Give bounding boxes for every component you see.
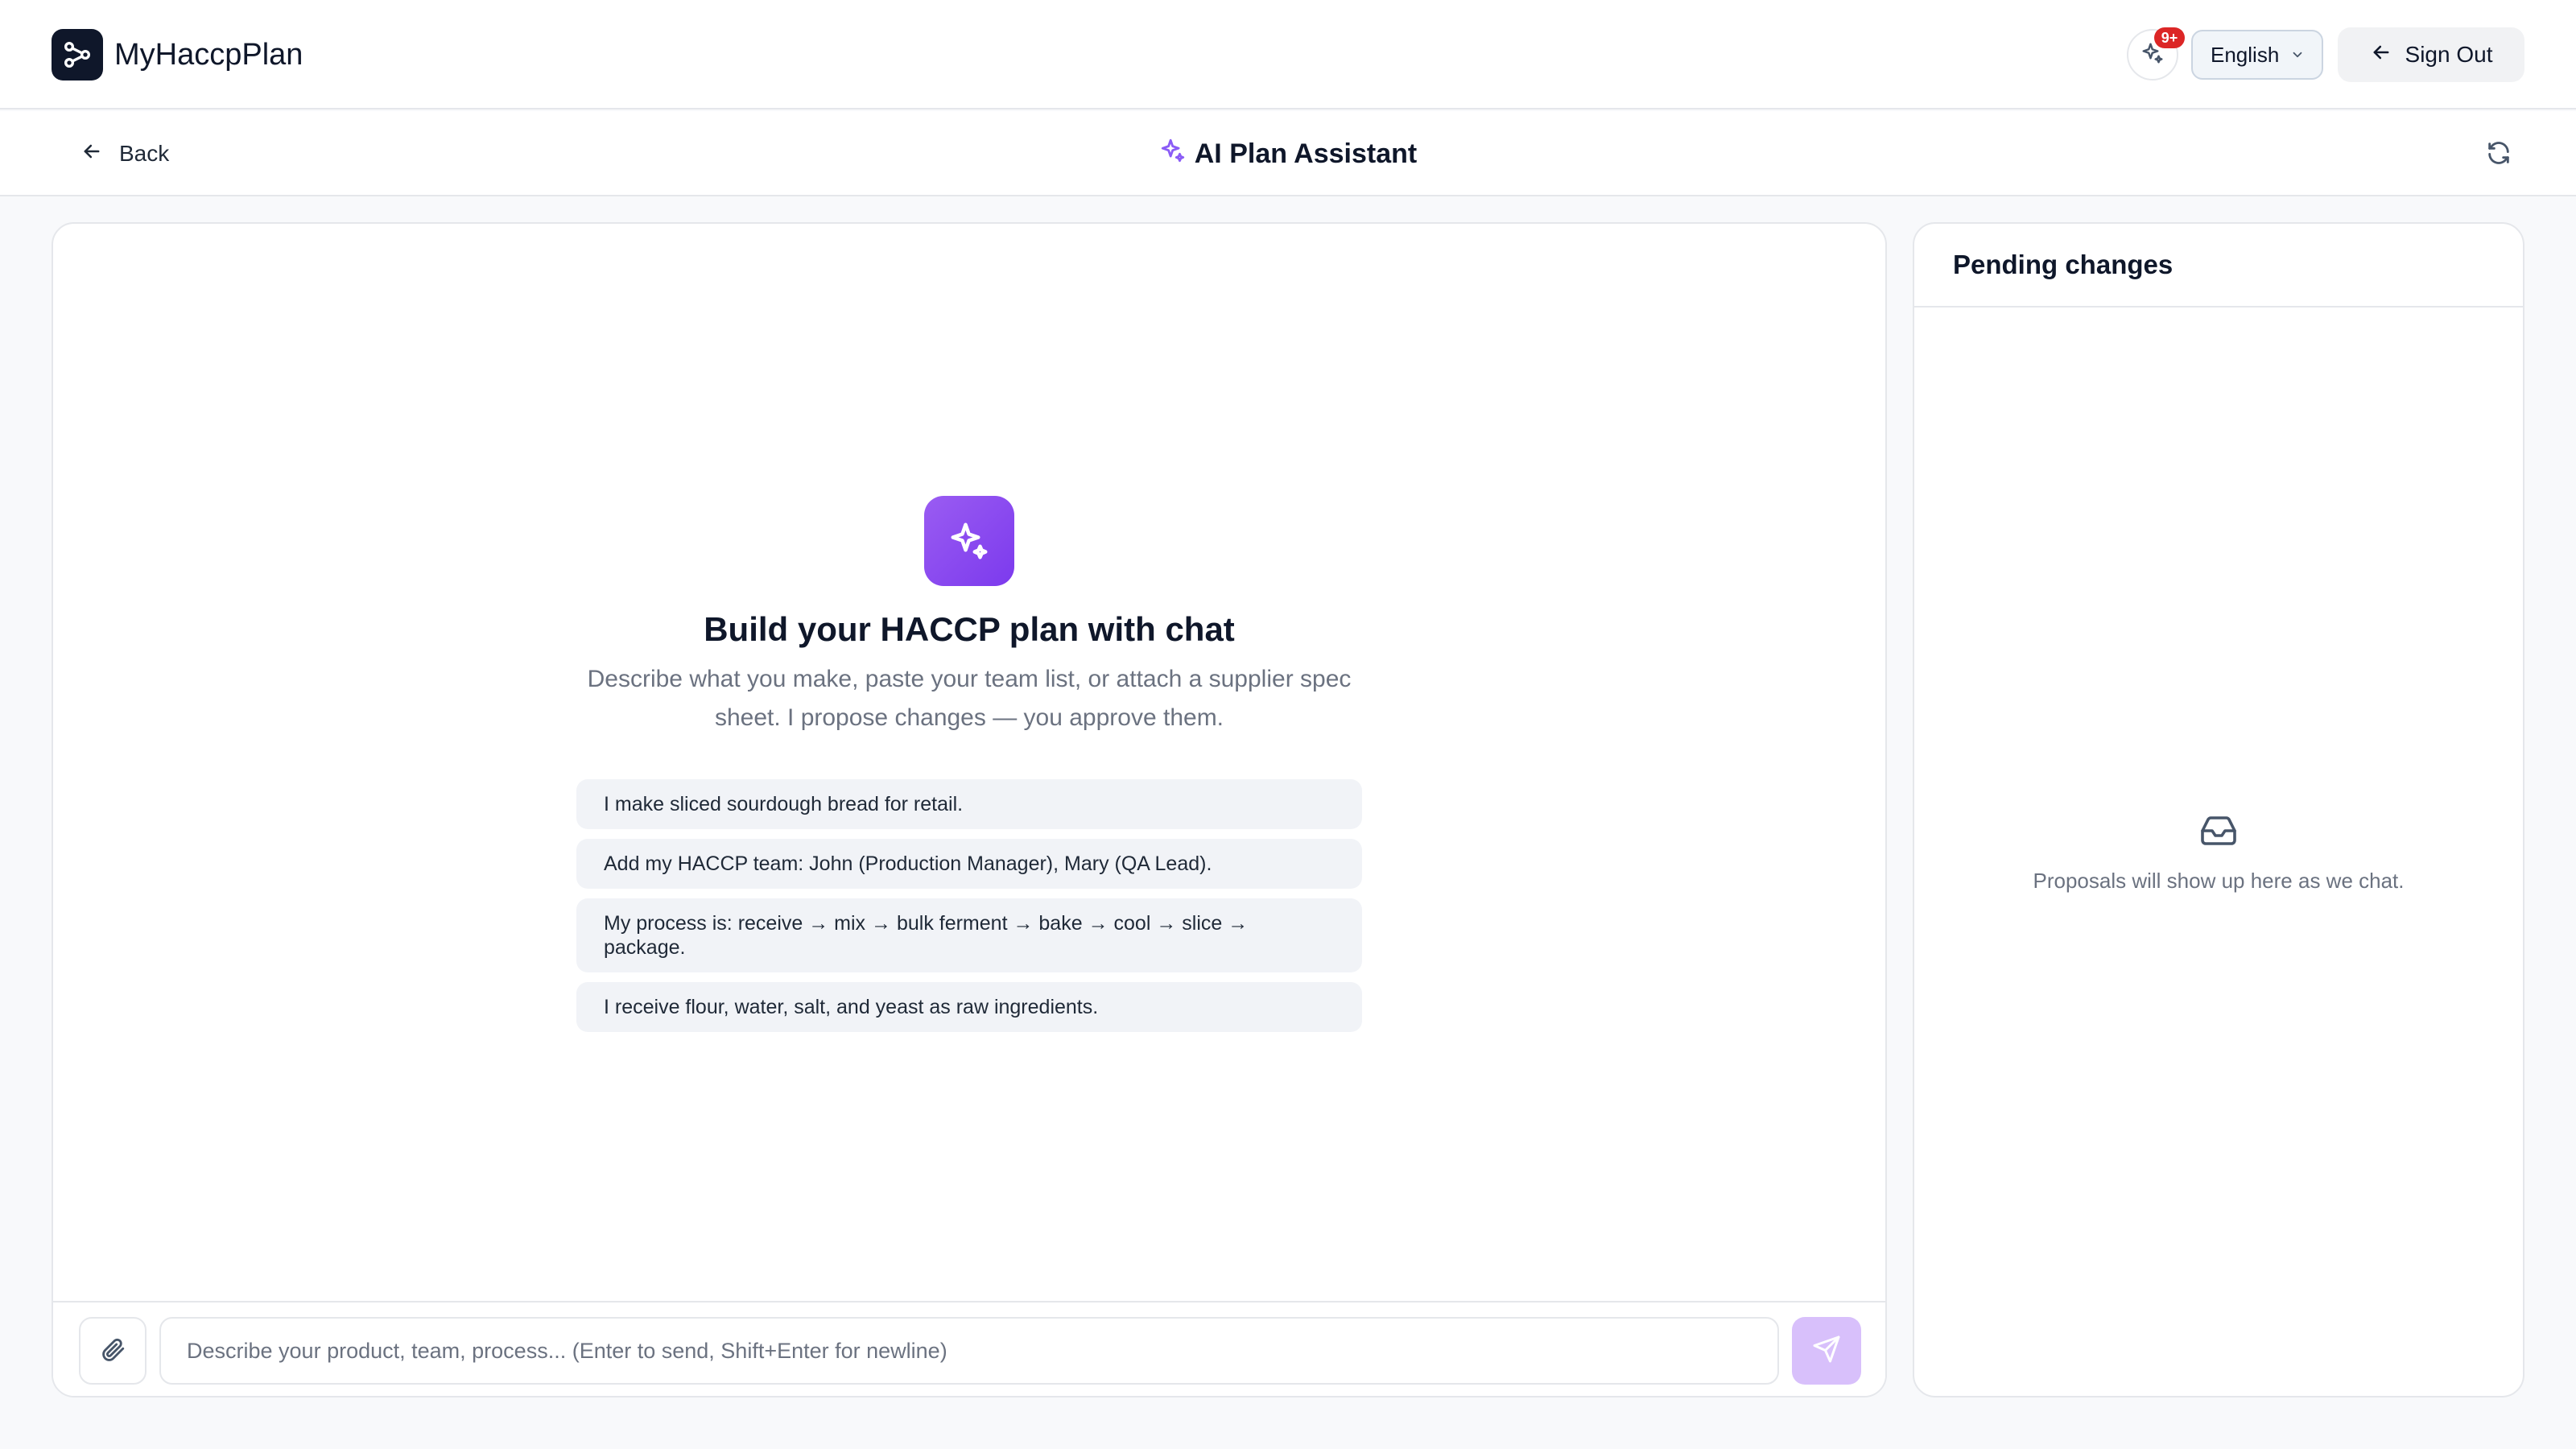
chevron-down-icon	[2290, 43, 2305, 68]
pending-empty-state: Proposals will show up here as we chat.	[1914, 811, 2523, 894]
suggestion-list: I make sliced sourdough bread for retail…	[576, 779, 1362, 1032]
arrow-left-icon	[2370, 41, 2405, 69]
notification-badge: 9+	[2154, 27, 2185, 48]
chat-composer	[53, 1301, 1885, 1396]
suggestion-chip[interactable]: Add my HACCP team: John (Production Mana…	[576, 839, 1362, 889]
chat-empty-state: Build your HACCP plan with chat Describe…	[53, 496, 1885, 1042]
empty-title: Build your HACCP plan with chat	[704, 610, 1235, 648]
suggestion-chip[interactable]: My process is: receive → mix → bulk ferm…	[576, 898, 1362, 972]
page-title: AI Plan Assistant	[0, 134, 2576, 174]
refresh-icon	[2485, 139, 2512, 171]
sign-out-label: Sign Out	[2405, 42, 2493, 67]
chat-panel: Build your HACCP plan with chat Describe…	[52, 222, 1887, 1397]
brand[interactable]: MyHaccpPlan	[52, 29, 303, 80]
pending-title: Pending changes	[1914, 224, 2523, 308]
back-button[interactable]: Back	[80, 135, 169, 172]
send-button[interactable]	[1792, 1317, 1861, 1385]
workflow-nodes-icon	[52, 29, 103, 80]
top-header: MyHaccpPlan 9+ English Sign Out	[0, 0, 2576, 109]
suggestion-chip[interactable]: I receive flour, water, salt, and yeast …	[576, 982, 1362, 1032]
app-name: MyHaccpPlan	[114, 37, 303, 72]
inbox-icon	[2199, 811, 2238, 854]
sparkles-icon	[1159, 137, 1187, 171]
sub-header: Back AI Plan Assistant	[0, 111, 2576, 196]
back-label: Back	[119, 141, 170, 166]
pending-empty-text: Proposals will show up here as we chat.	[2033, 869, 2405, 893]
ai-suggestions-button[interactable]: 9+	[2127, 27, 2185, 80]
chat-input[interactable]	[159, 1317, 1779, 1385]
sparkles-icon	[924, 496, 1014, 586]
sign-out-button[interactable]: Sign Out	[2338, 27, 2524, 82]
paperclip-icon	[99, 1335, 126, 1367]
attach-button[interactable]	[79, 1317, 147, 1385]
refresh-button[interactable]	[2481, 137, 2516, 172]
empty-description: Describe what you make, paste your team …	[587, 666, 1352, 731]
suggestion-chip[interactable]: I make sliced sourdough bread for retail…	[576, 779, 1362, 829]
language-select[interactable]: English	[2191, 30, 2323, 80]
pending-changes-panel: Pending changes Proposals will show up h…	[1913, 222, 2524, 1397]
header-actions: 9+ English Sign Out	[2127, 27, 2524, 82]
language-value: English	[2211, 42, 2280, 67]
page-title-text: AI Plan Assistant	[1194, 138, 1418, 169]
arrow-left-icon	[80, 140, 119, 168]
send-icon	[1812, 1335, 1841, 1368]
